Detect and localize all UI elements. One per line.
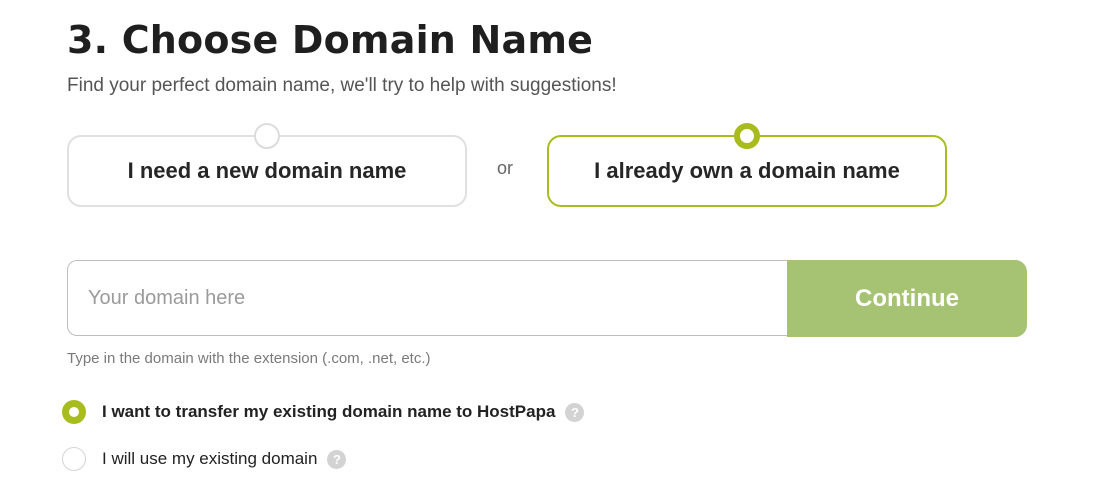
page-title: 3. Choose Domain Name — [67, 18, 594, 62]
own-domain-option-label: I already own a domain name — [594, 158, 900, 183]
transfer-domain-choice[interactable]: I want to transfer my existing domain na… — [62, 400, 585, 424]
own-domain-radio[interactable] — [734, 123, 760, 149]
option-separator: or — [497, 158, 514, 178]
transfer-domain-radio[interactable] — [62, 400, 86, 424]
new-domain-option-card[interactable]: I need a new domain name — [67, 123, 467, 207]
new-domain-option-label: I need a new domain name — [127, 158, 407, 183]
continue-button[interactable]: Continue — [787, 260, 1027, 337]
new-domain-radio[interactable] — [254, 123, 280, 149]
use-existing-domain-radio[interactable] — [62, 447, 86, 471]
transfer-domain-label: I want to transfer my existing domain na… — [102, 402, 556, 421]
use-existing-domain-choice[interactable]: I will use my existing domain ? — [62, 447, 347, 471]
domain-input[interactable] — [67, 260, 797, 336]
help-icon[interactable]: ? — [565, 402, 585, 422]
own-domain-option-card[interactable]: I already own a domain name — [547, 123, 947, 207]
use-existing-domain-label: I will use my existing domain — [102, 449, 318, 468]
domain-hint: Type in the domain with the extension (.… — [67, 350, 431, 367]
choose-domain-section: 3. Choose Domain Name Find your perfect … — [0, 0, 1105, 499]
help-icon[interactable]: ? — [327, 449, 347, 469]
page-subtitle: Find your perfect domain name, we'll try… — [67, 75, 617, 96]
